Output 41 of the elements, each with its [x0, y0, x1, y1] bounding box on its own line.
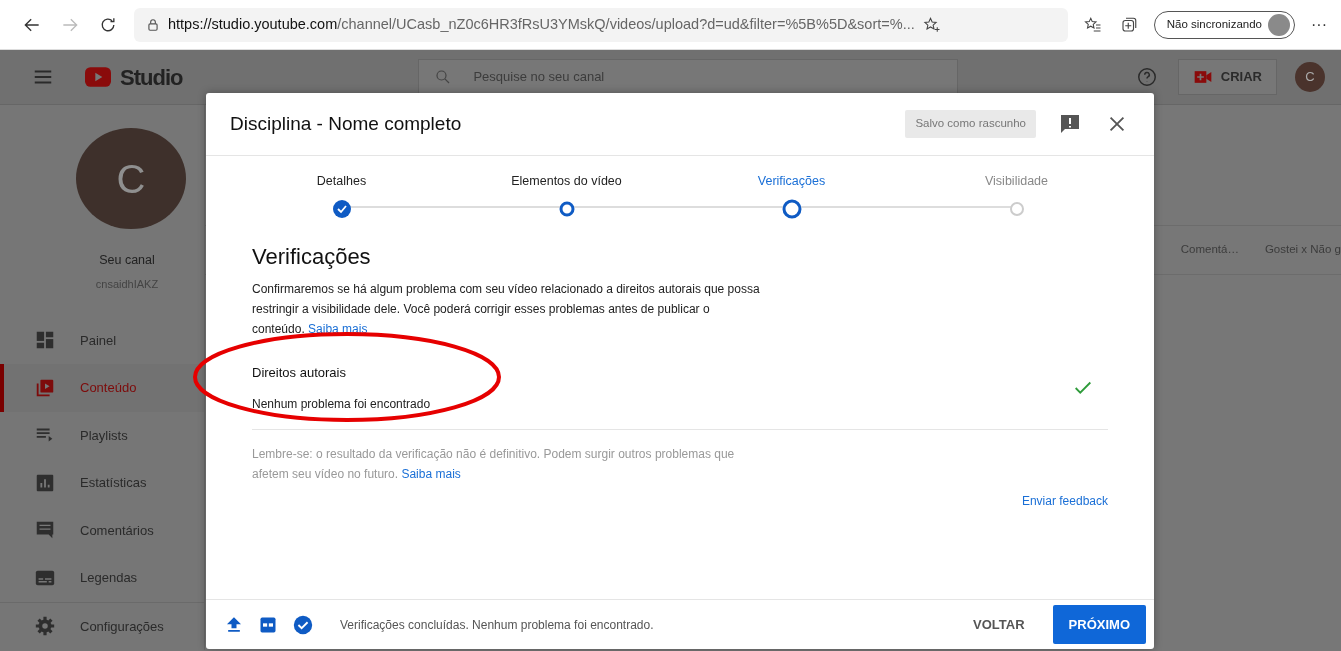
collections-icon — [1119, 15, 1138, 34]
stepper-step[interactable]: Verificações — [679, 172, 904, 228]
account-avatar[interactable]: C — [1295, 62, 1325, 92]
search-field[interactable]: Pesquise no seu canal — [418, 59, 959, 95]
channel-title: Seu canal — [98, 252, 156, 270]
status-text: Verificações concluídas. Nenhum problema foi encontrado. — [340, 616, 655, 634]
channel-avatar[interactable]: C — [76, 128, 186, 230]
disclaimer-text: Lembre-se: o resultado da verificação não é definitivo. Podem surgir outros problemas que afetem seu vídeo no futuro. Saiba mais — [252, 445, 736, 483]
avatar-placeholder — [1268, 13, 1290, 36]
stepper-step[interactable]: Detalhes — [229, 172, 454, 228]
check-title: Direitos autorais — [252, 364, 347, 382]
profile-button[interactable]: Não sincronizando — [1153, 10, 1295, 39]
check-result: Nenhum problema foi encontrado — [252, 395, 432, 413]
check-circle-icon — [292, 613, 314, 636]
logo-text: Studio — [120, 63, 183, 92]
section-heading: Verificações — [252, 243, 372, 271]
settings-icon — [34, 615, 56, 638]
create-button[interactable]: CRIAR — [1177, 59, 1277, 95]
sidebar-item[interactable]: Painel — [0, 316, 204, 364]
add-favorite-icon[interactable] — [922, 15, 941, 34]
help-icon — [1135, 66, 1158, 88]
learn-more-link[interactable]: Saiba mais — [401, 466, 461, 481]
sidebar-item[interactable]: Estatísticas — [0, 459, 204, 507]
sidebar-item[interactable]: Legendas — [0, 554, 204, 602]
dialog-title: Disciplina - Nome completo — [230, 111, 463, 136]
column-header: Comentá… — [1180, 242, 1239, 258]
more-button[interactable]: ··· — [1309, 10, 1329, 39]
sidebar-item[interactable]: Playlists — [0, 411, 204, 459]
stepper-step[interactable]: Elementos do vídeo — [454, 172, 679, 228]
sidebar-item[interactable]: Comentários — [0, 506, 204, 554]
url-text: https://studio.youtube.com/channel/UCasb_nZ0c6HR3fRsU3YMskQ/videos/upload?d=ud&filter=%5B%5D&sort=%... — [168, 14, 915, 34]
star-list-icon — [1083, 15, 1102, 34]
next-button[interactable]: PRÓXIMO — [1052, 604, 1146, 645]
feedback-icon — [1058, 112, 1082, 136]
send-feedback-link[interactable]: Enviar feedback — [1021, 491, 1108, 510]
address-bar[interactable]: https://studio.youtube.com/channel/UCasb_nZ0c6HR3fRsU3YMskQ/videos/upload?d=ud&filter=%5B%5D&sort=%... — [134, 7, 1068, 42]
sidebar-item[interactable]: Configurações — [0, 602, 204, 650]
back-button[interactable]: VOLTAR — [959, 606, 1039, 643]
lock-icon — [146, 17, 160, 32]
stepper-step[interactable]: Visibilidade — [904, 172, 1129, 228]
draft-status-badge: Salvo como rascunho — [905, 110, 1036, 138]
